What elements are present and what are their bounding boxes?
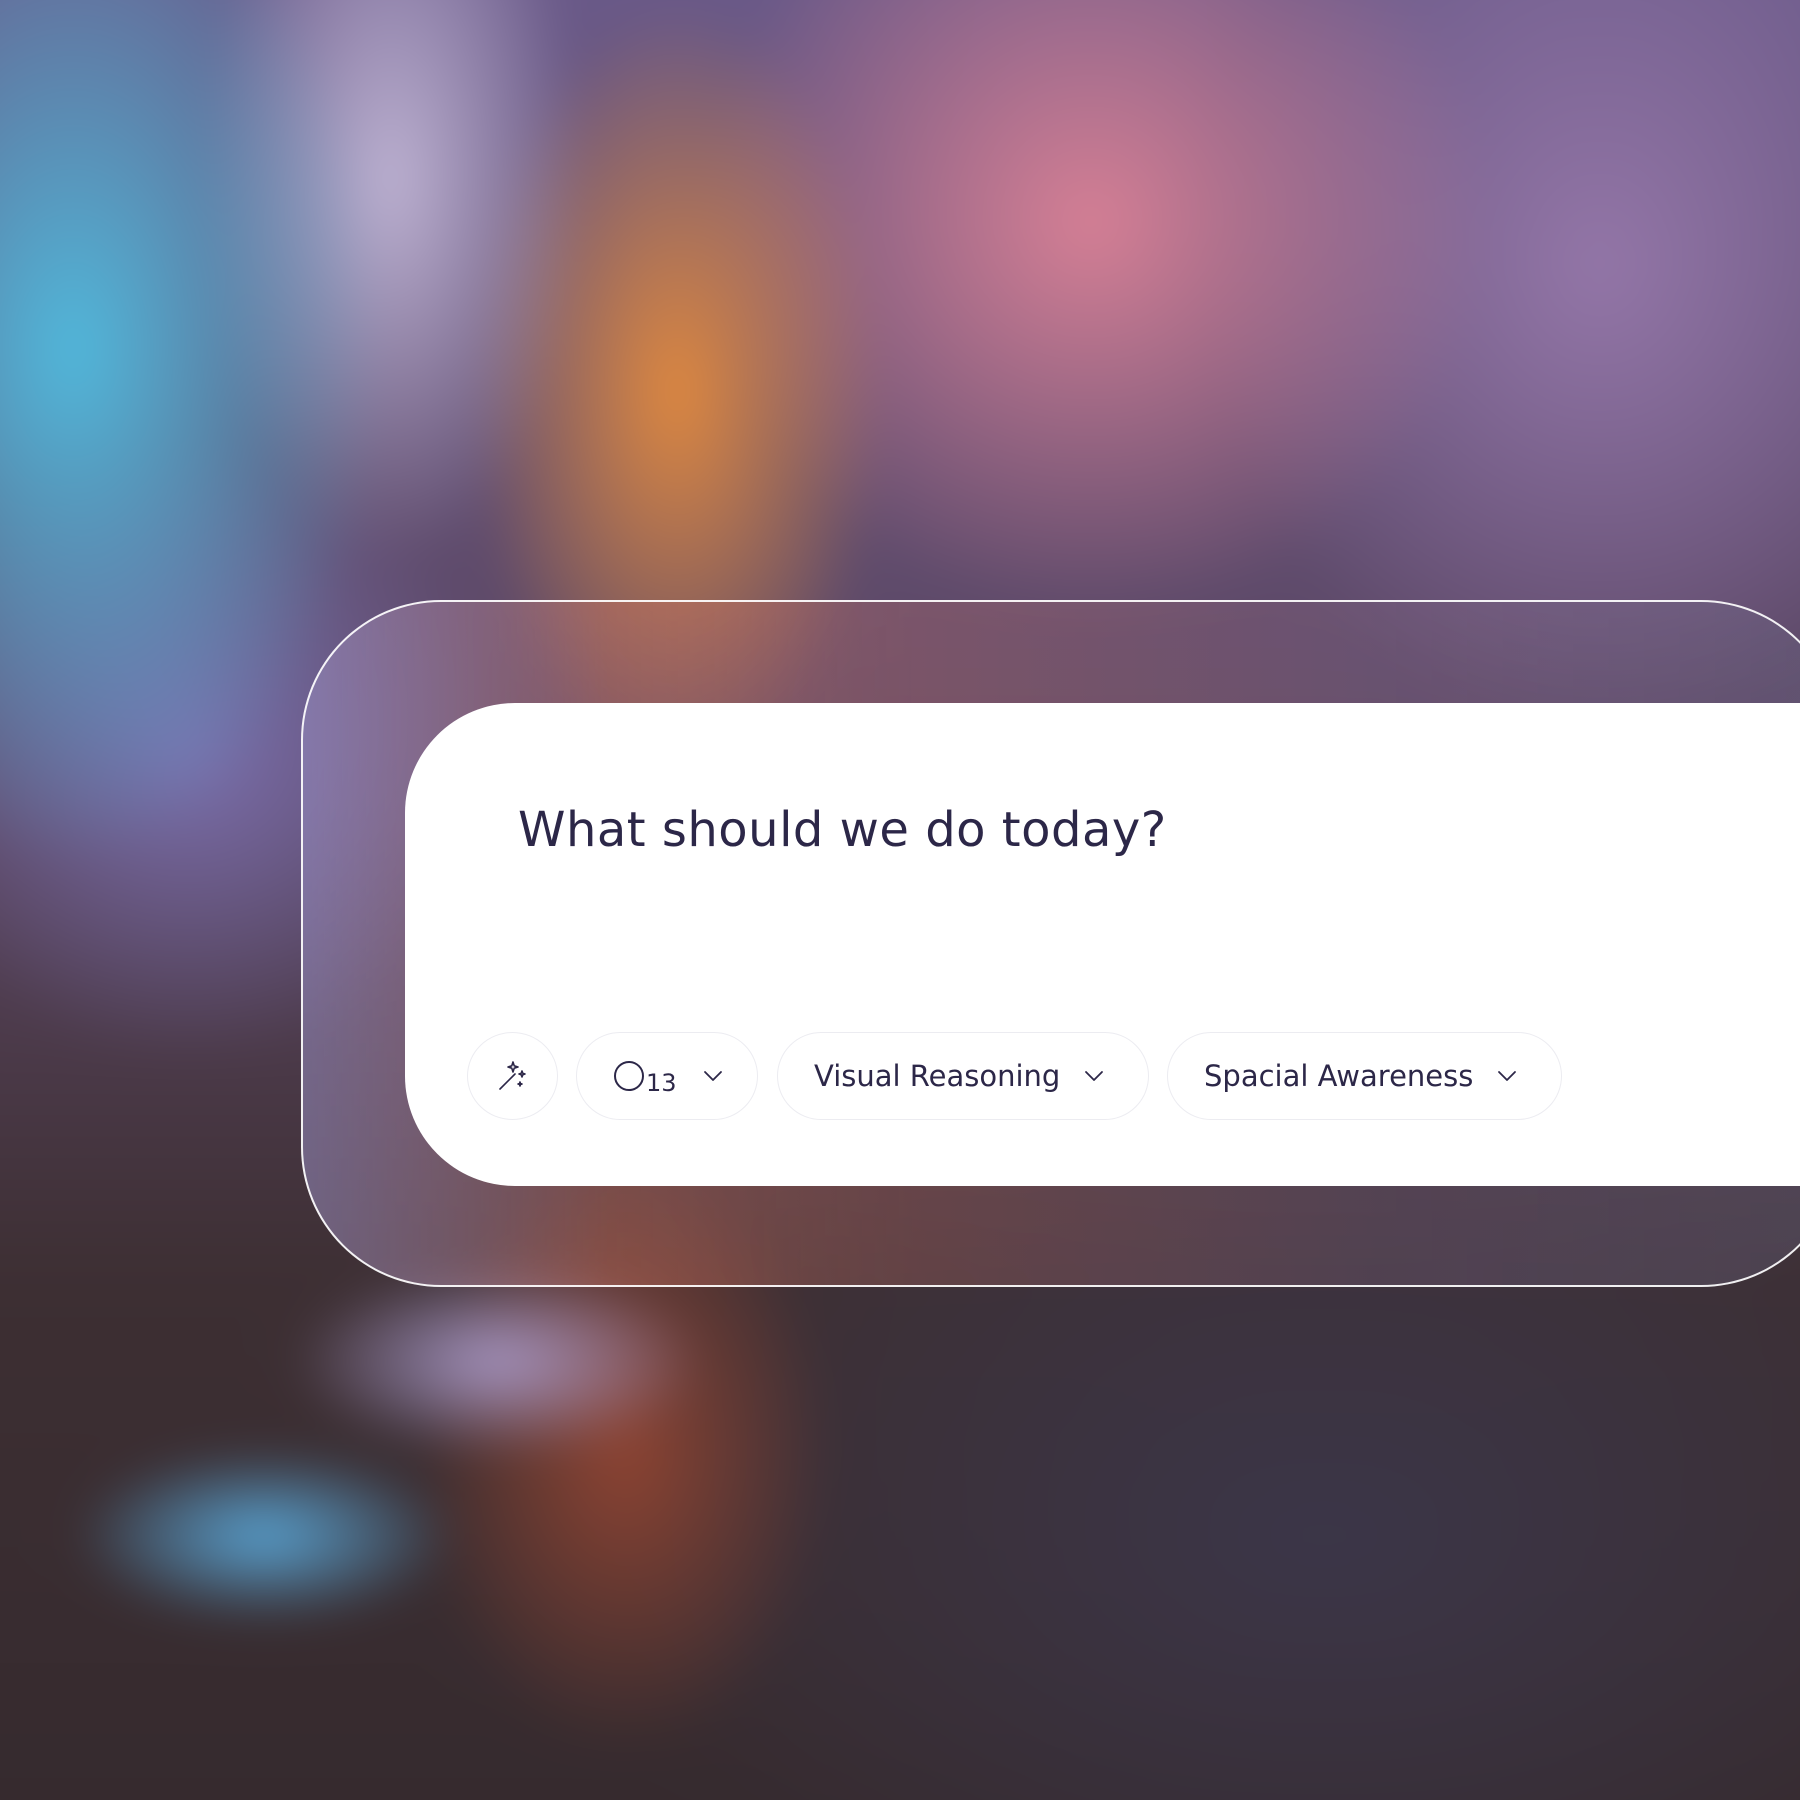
magic-button[interactable] [467, 1032, 558, 1120]
circle-icon [614, 1061, 644, 1091]
spacial-awareness-dropdown[interactable]: Spacial Awareness [1167, 1032, 1562, 1120]
chevron-down-icon [1495, 1064, 1519, 1088]
model-number: 13 [646, 1069, 677, 1097]
visual-reasoning-dropdown[interactable]: Visual Reasoning [777, 1032, 1149, 1120]
visual-reasoning-label: Visual Reasoning [814, 1059, 1061, 1093]
prompt-text[interactable]: What should we do today? [518, 800, 1167, 860]
model-selector[interactable]: 13 [576, 1032, 758, 1120]
spacial-awareness-label: Spacial Awareness [1204, 1059, 1474, 1093]
chevron-down-icon [701, 1064, 725, 1088]
magic-wand-icon [496, 1059, 530, 1093]
chevron-down-icon [1082, 1064, 1106, 1088]
